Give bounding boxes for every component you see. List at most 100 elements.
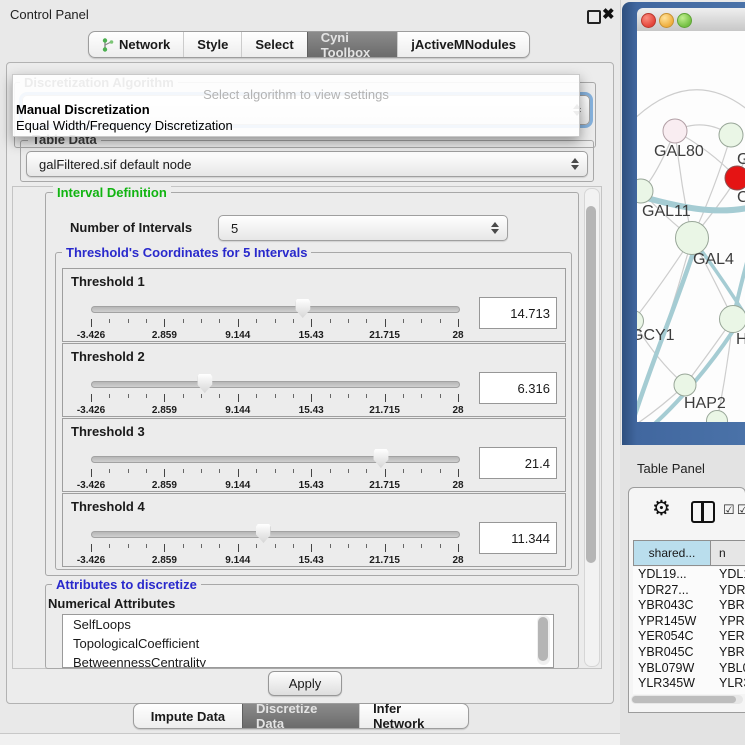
table-data-selected-value: galFiltered.sif default node — [39, 157, 191, 172]
tab-cyni-toolbox[interactable]: Cyni Toolbox — [307, 32, 398, 57]
attributes-group-title: Attributes to discretize — [52, 578, 201, 592]
tick-label: 21.715 — [369, 555, 400, 566]
tick-label: 9.144 — [225, 330, 250, 341]
tick-label: 28 — [452, 405, 463, 416]
node-label: C — [737, 189, 745, 207]
table-row[interactable]: YBR045CYBR0 — [633, 645, 745, 661]
gear-icon[interactable]: ⚙ — [652, 498, 671, 519]
list-item[interactable]: BetweennessCentrality — [63, 653, 553, 668]
tab-infer-network[interactable]: Infer Network — [359, 704, 468, 728]
table-row[interactable]: YLR345WYLR3 — [633, 676, 745, 692]
tick-label: -3.426 — [77, 555, 105, 566]
threshold-1-slider[interactable]: -3.426 2.859 9.144 15.43 21.715 28 — [91, 299, 458, 339]
network-canvas[interactable]: GAL80 GA C GAL11 GAL4 GCY1 H HAP2 — [637, 31, 745, 422]
tick-label: 2.859 — [152, 405, 177, 416]
settings-vertical-scrollbar[interactable] — [584, 188, 600, 667]
table-row[interactable]: YDL19...YDL1 — [633, 567, 745, 583]
tick-label: -3.426 — [77, 480, 105, 491]
slider-track[interactable] — [91, 306, 460, 313]
tick-label: 15.43 — [299, 330, 324, 341]
algorithm-item-manual[interactable]: Manual Discretization — [16, 102, 150, 117]
tab-select[interactable]: Select — [241, 32, 306, 57]
column-header-shared-name[interactable]: shared... — [633, 540, 711, 566]
threshold-4-slider[interactable]: -3.426 2.859 9.144 15.43 21.715 28 — [91, 524, 458, 564]
tick-label: 2.859 — [152, 555, 177, 566]
slider-handle[interactable] — [197, 374, 212, 393]
node-label: H — [736, 331, 745, 349]
threshold-3-value-field[interactable]: 21.4 — [479, 447, 557, 479]
node-gal80[interactable] — [663, 119, 688, 144]
list-vertical-scrollbar[interactable] — [537, 615, 550, 665]
close-traffic-light[interactable] — [641, 13, 656, 28]
table-rows: YDL19...YDL1 YDR27...YDR2 YBR043CYBR0 YP… — [633, 567, 745, 694]
table-row[interactable]: YIL053CYIL0 — [633, 692, 745, 694]
table-panel-title: Table Panel — [637, 461, 705, 476]
slider-handle[interactable] — [373, 449, 388, 468]
list-item[interactable]: TopologicalCoefficient — [63, 634, 553, 653]
tab-network[interactable]: Network — [89, 32, 183, 57]
slider-track[interactable] — [91, 381, 460, 388]
num-intervals-combobox[interactable]: 5 — [218, 215, 508, 241]
table-data-combobox[interactable]: galFiltered.sif default node — [26, 151, 588, 177]
node-hap2[interactable] — [674, 374, 697, 397]
slider-track[interactable] — [91, 456, 460, 463]
list-item[interactable]: SelfLoops — [63, 615, 553, 634]
table-row[interactable]: YBR043CYBR0 — [633, 598, 745, 614]
slider-handle[interactable] — [295, 299, 310, 318]
slider-track[interactable] — [91, 531, 460, 538]
table-row[interactable]: YDR27...YDR2 — [633, 583, 745, 599]
tick-label: 15.43 — [299, 480, 324, 491]
node-label: GA — [737, 151, 745, 169]
tick-label: -3.426 — [77, 405, 105, 416]
interval-definition-title: Interval Definition — [53, 186, 171, 200]
table-header-row: shared... n — [633, 540, 745, 566]
table-row[interactable]: YBL079WYBL0 — [633, 661, 745, 677]
scrollbar-thumb[interactable] — [538, 617, 548, 661]
close-icon[interactable]: ✖ — [602, 5, 615, 23]
apply-button[interactable]: Apply — [268, 671, 342, 696]
threshold-3-label: Threshold 3 — [71, 424, 145, 439]
threshold-2-value-field[interactable]: 6.316 — [479, 372, 557, 404]
slider-handle[interactable] — [256, 524, 271, 543]
tick-label: 2.859 — [152, 330, 177, 341]
columns-icon[interactable] — [691, 501, 715, 523]
tick-label: 9.144 — [225, 480, 250, 491]
tab-jactivemnodules[interactable]: jActiveMNodules — [397, 32, 529, 57]
checkbox-icon[interactable]: ☑ — [723, 502, 735, 518]
combo-arrows-icon — [491, 222, 499, 234]
node-top-right[interactable] — [719, 123, 744, 148]
threshold-2-box: Threshold 2 -3.426 2.859 9.144 15.43 21.… — [62, 343, 566, 417]
algorithm-placeholder-item[interactable]: Select algorithm to view settings — [13, 87, 579, 102]
threshold-4-value-field[interactable]: 11.344 — [479, 522, 557, 554]
node-label: HAP2 — [684, 395, 726, 413]
table-row[interactable]: YER054CYER0 — [633, 629, 745, 645]
scrollbar-thumb[interactable] — [632, 696, 736, 703]
zoom-traffic-light[interactable] — [677, 13, 692, 28]
network-window-titlebar[interactable] — [637, 8, 745, 32]
table-browser-window: ⚙ ☑ ☑ shared... n YDL19...YDL1 YDR27...Y… — [628, 487, 745, 713]
column-header-name[interactable]: n — [711, 540, 745, 566]
scrollbar-thumb[interactable] — [586, 206, 596, 563]
tab-style[interactable]: Style — [183, 32, 241, 57]
threshold-3-slider[interactable]: -3.426 2.859 9.144 15.43 21.715 28 — [91, 449, 458, 489]
numerical-attributes-label: Numerical Attributes — [48, 596, 175, 611]
tick-label: 15.43 — [299, 405, 324, 416]
node-gal4[interactable] — [675, 221, 709, 255]
slider-ticks — [91, 544, 458, 553]
threshold-1-value-field[interactable]: 14.713 — [479, 297, 557, 329]
tick-label: 21.715 — [369, 330, 400, 341]
checkbox-icon[interactable]: ☑ — [737, 502, 745, 518]
minimize-traffic-light[interactable] — [659, 13, 674, 28]
node-selected-red[interactable] — [725, 166, 745, 191]
tab-discretize-data[interactable]: Discretize Data — [242, 704, 359, 728]
node-label: GAL80 — [654, 143, 704, 161]
node-right-mid[interactable] — [719, 305, 745, 333]
tab-impute-data[interactable]: Impute Data — [134, 704, 242, 728]
algorithm-item-equal-width[interactable]: Equal Width/Frequency Discretization — [16, 118, 233, 133]
table-horizontal-scrollbar[interactable] — [631, 695, 743, 704]
tick-label: 9.144 — [225, 405, 250, 416]
float-window-icon[interactable] — [587, 10, 601, 24]
threshold-2-slider[interactable]: -3.426 2.859 9.144 15.43 21.715 28 — [91, 374, 458, 414]
table-row[interactable]: YPR145WYPR1 — [633, 614, 745, 630]
tick-label: 2.859 — [152, 480, 177, 491]
